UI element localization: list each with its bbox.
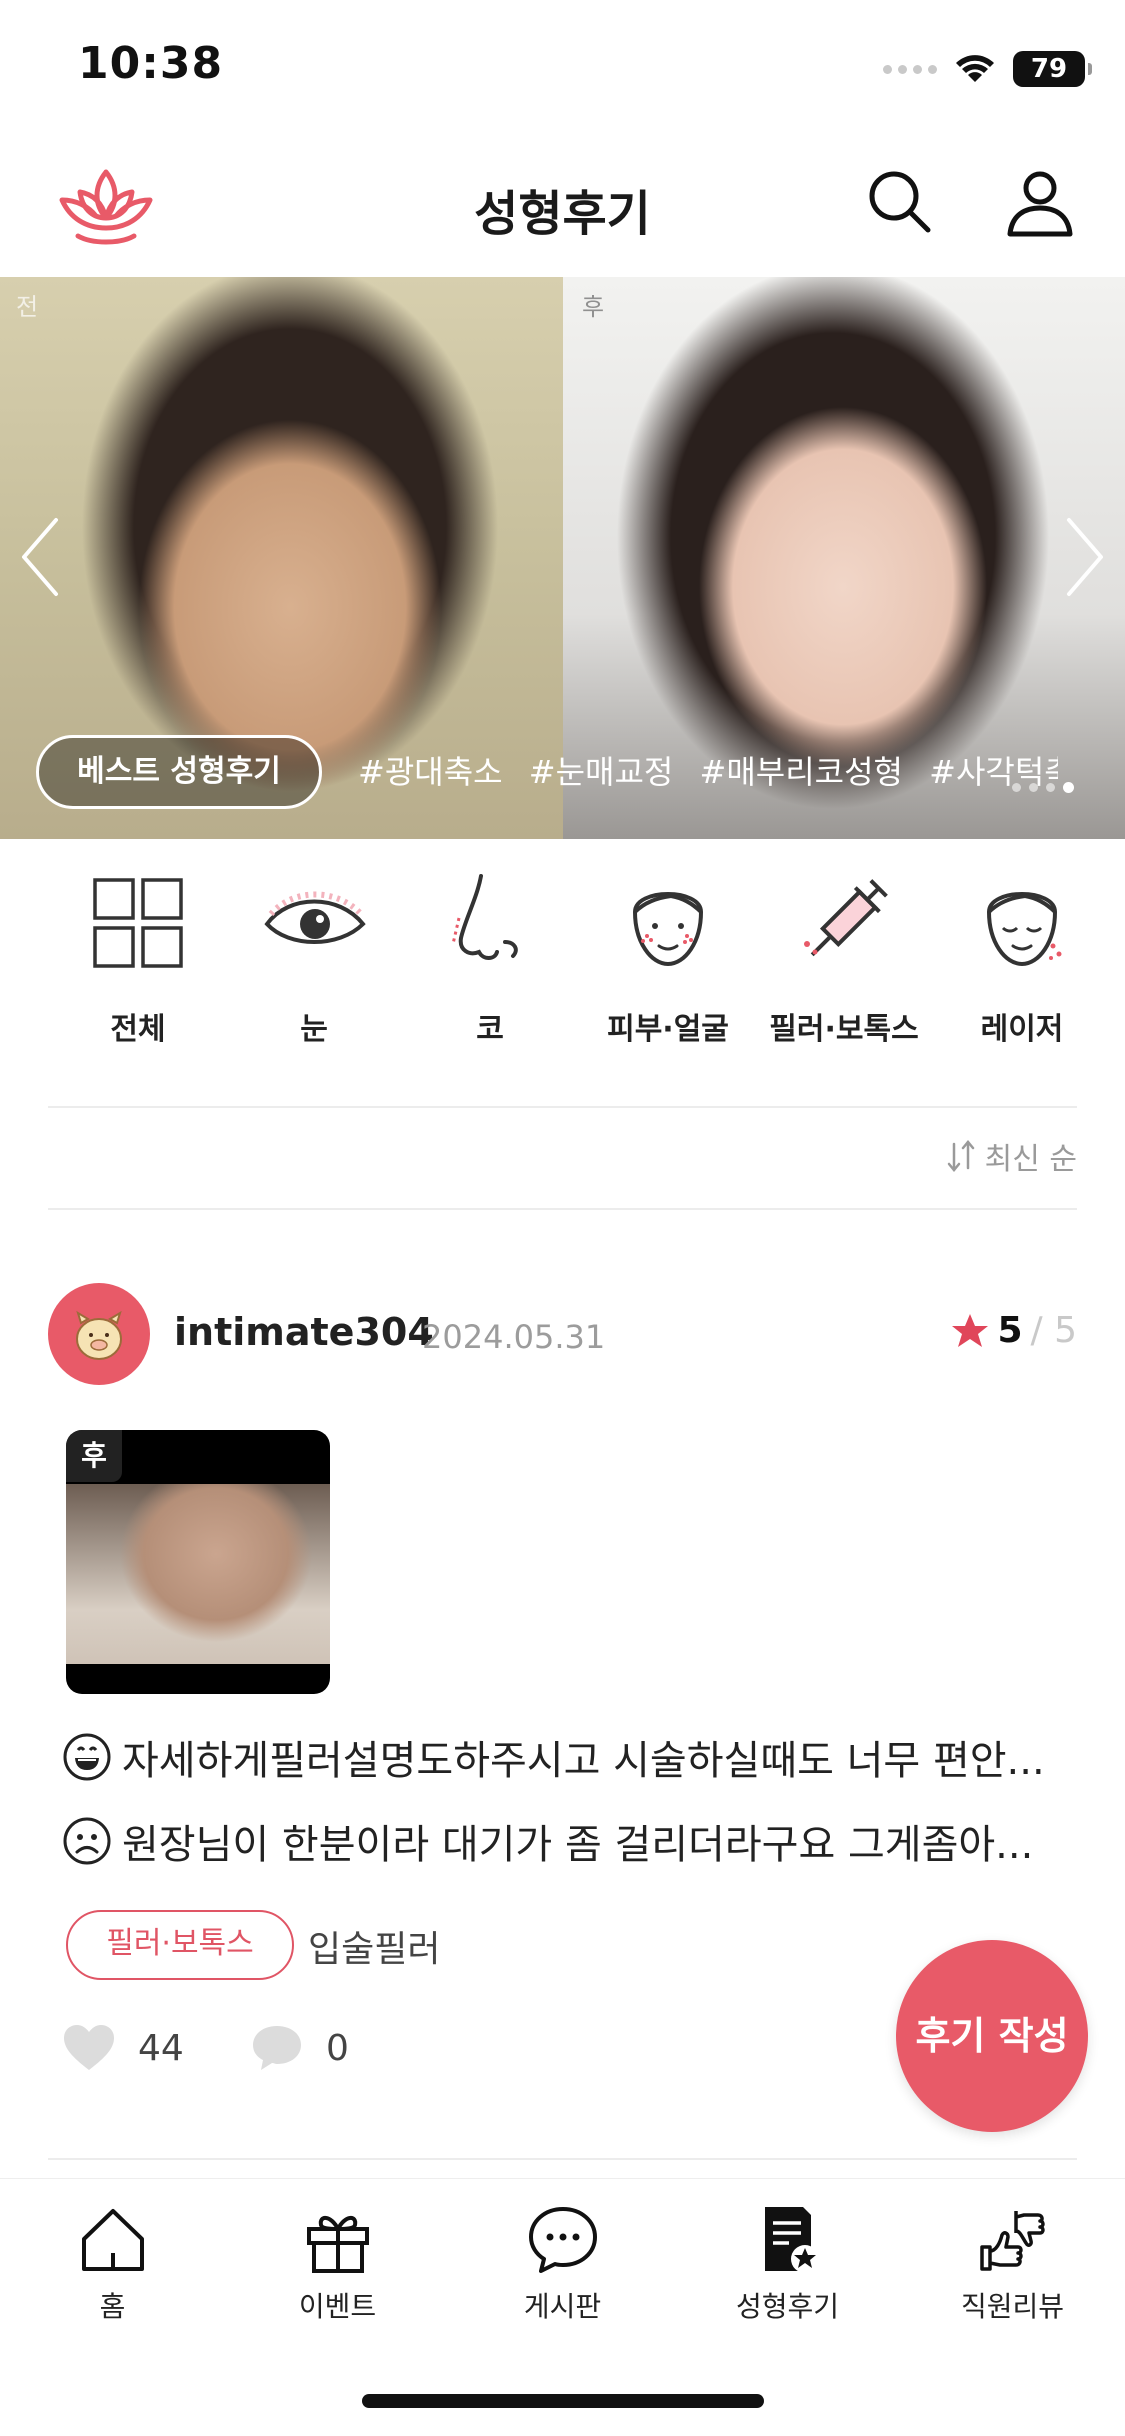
category-tag[interactable]: 필러·보톡스 [66,1910,294,1980]
home-indicator [362,2394,764,2408]
like-button[interactable]: 44 [62,2020,184,2076]
nav-home[interactable]: 홈 [0,2203,225,2325]
nav-label: 이벤트 [298,2290,377,2323]
before-label: 전 [16,293,39,321]
positive-text: 자세하게필러설명도하주시고 시술하실때도 너무 편안... [122,1738,1045,1784]
category-label: 눈 [300,1012,328,1047]
heart-icon [64,2025,114,2070]
nav-label: 게시판 [523,2290,602,2323]
home-icon [81,2209,144,2271]
hashtag[interactable]: #매부리코성형 [700,753,903,791]
category-label: 전체 [110,1012,166,1047]
hashtag[interactable]: #눈매교정 [529,753,674,791]
write-review-button[interactable]: 후기 작성 [896,1940,1088,2132]
category-nose[interactable]: 코 [402,868,578,1068]
eye-icon [264,891,366,944]
signal-icon [883,64,937,74]
nav-label: 홈 [99,2290,126,2323]
nose-icon [451,874,518,960]
grid-icon [93,878,183,968]
thumbs-icon [979,2211,1045,2271]
syringe-icon [804,879,888,957]
screen: 10:38 79 성형후기 전 후 베스트 성형후기 #광대축소 #눈매교정 #… [0,0,1125,2436]
best-review-carousel[interactable]: 전 후 베스트 성형후기 #광대축소 #눈매교정 #매부리코성형 #사각턱축 [0,277,1125,839]
after-photo-thumbnail [66,1484,330,1664]
user-profile-icon[interactable] [1002,164,1078,240]
review-rating: 5 / 5 [951,1310,1077,1351]
category-skin-face[interactable]: 피부·얼굴 [580,868,756,1068]
sort-arrows-icon [947,1140,974,1172]
review-thumbnail[interactable]: 후 [66,1430,330,1694]
after-label: 후 [582,293,605,321]
divider [48,2158,1077,2160]
carousel-pager [1012,782,1074,793]
wifi-icon [956,55,994,82]
comment-count: 0 [326,2027,349,2069]
category-all[interactable]: 전체 [50,868,226,1068]
best-review-badge[interactable]: 베스트 성형후기 [36,735,322,809]
category-filter: 전체 눈 코 피부·얼굴 필러·보톡스 레이저 [0,868,1125,1068]
nav-reviews[interactable]: 성형후기 [675,2203,900,2325]
review-doc-icon [764,2207,819,2273]
procedure-name: 입술필러 [308,1929,441,1970]
category-label: 필러·보톡스 [769,1012,919,1047]
battery-icon: 79 [1013,51,1092,87]
review-username[interactable]: intimate304 [174,1310,434,1354]
nav-staff-review[interactable]: 직원리뷰 [900,2203,1125,2325]
status-icons: 79 [883,48,1092,90]
category-eye[interactable]: 눈 [226,868,402,1068]
banner-hashtags: #광대축소 #눈매교정 #매부리코성형 #사각턱축 [358,747,1058,793]
avatar[interactable] [48,1283,150,1385]
chevron-right-icon[interactable] [1059,512,1109,602]
hashtag[interactable]: #광대축소 [358,753,503,791]
nav-event[interactable]: 이벤트 [225,2203,450,2325]
nav-board[interactable]: 게시판 [450,2203,675,2325]
comment-bubble-icon [253,2026,301,2070]
gift-icon [306,2216,369,2273]
laser-face-icon [986,892,1062,967]
search-icon[interactable] [862,164,938,240]
star-icon [952,1313,989,1347]
negative-text: 원장님이 한분이라 대기가 좀 걸리더라구요 그게좀아... [122,1822,1034,1868]
rating-value: 5 [997,1310,1023,1351]
review-positive[interactable]: 자세하게필러설명도하주시고 시술하실때도 너무 편안... [62,1728,1082,1786]
nav-label: 직원리뷰 [960,2290,1065,2323]
sort-button[interactable]: 최신 순 [943,1134,1077,1178]
pig-character-icon [76,1310,122,1360]
after-badge: 후 [66,1430,122,1482]
face-skin-icon [632,892,704,967]
app-header: 성형후기 [0,140,1125,276]
category-label: 피부·얼굴 [607,1012,729,1047]
chat-bubble-icon [528,2207,597,2273]
category-label: 코 [476,1012,504,1047]
status-time: 10:38 [78,38,224,89]
category-label: 레이저 [980,1012,1064,1047]
sort-label: 최신 순 [984,1142,1077,1177]
comment-button[interactable]: 0 [250,2020,349,2076]
status-bar: 10:38 79 [0,0,1125,140]
nav-label: 성형후기 [735,2290,840,2323]
sad-face-icon [63,1817,111,1865]
rating-max: / 5 [1030,1310,1077,1351]
review-date: 2024.05.31 [422,1318,606,1356]
review-negative[interactable]: 원장님이 한분이라 대기가 좀 걸리더라구요 그게좀아... [62,1812,1082,1870]
like-count: 44 [138,2027,184,2069]
divider [48,1208,1077,1210]
page-title: 성형후기 [474,186,651,242]
divider [48,1106,1077,1108]
smile-face-icon [63,1733,111,1781]
chevron-left-icon[interactable] [16,512,66,602]
category-laser[interactable]: 레이저 [934,868,1110,1068]
category-filler-botox[interactable]: 필러·보톡스 [756,868,932,1068]
